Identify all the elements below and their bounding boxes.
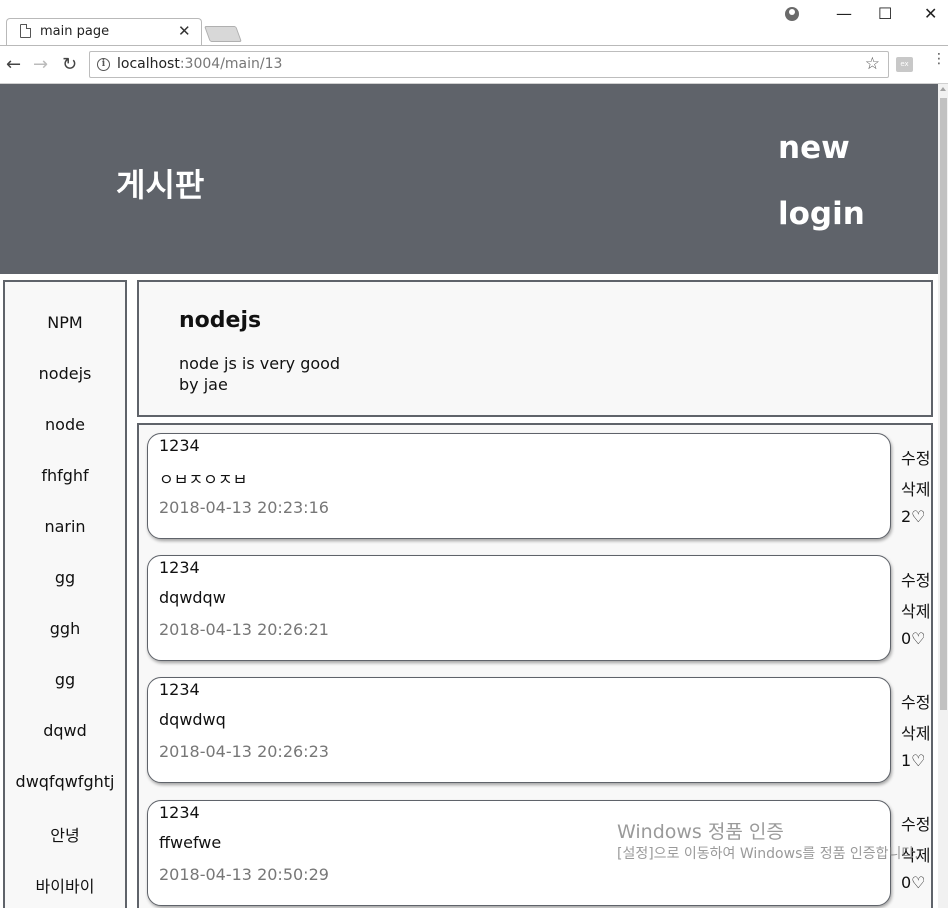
comment-list: 1234 ㅇㅂㅈㅇㅈㅂ 2018-04-13 20:23:16 수정 삭제 2♡… xyxy=(137,423,933,908)
sidebar-item[interactable]: dwqfqwfghtj xyxy=(5,772,125,791)
edit-button[interactable]: 수정 xyxy=(901,445,930,469)
post-title: nodejs xyxy=(179,308,262,333)
account-icon[interactable] xyxy=(785,7,799,21)
url-text[interactable]: localhost:3004/main/13 xyxy=(117,56,282,72)
url-host: localhost xyxy=(117,56,180,72)
scrollbar-thumb[interactable] xyxy=(940,98,947,710)
sidebar-item[interactable]: 안녕 xyxy=(5,822,125,846)
maximize-icon[interactable]: ☐ xyxy=(878,4,892,23)
comment-author: 1234 xyxy=(159,803,200,822)
delete-button[interactable]: 삭제 xyxy=(901,476,930,500)
sidebar-item[interactable]: 바이바이 xyxy=(5,873,125,897)
sidebar-item[interactable]: gg xyxy=(5,568,125,587)
edit-button[interactable]: 수정 xyxy=(901,689,930,713)
info-icon[interactable]: i xyxy=(97,58,110,71)
comment-card: 1234 dqwdqw 2018-04-13 20:26:21 xyxy=(147,555,891,661)
tab-close-icon[interactable]: ✕ xyxy=(178,22,191,40)
page-viewport: 게시판 new login NPM nodejs node fhfghf nar… xyxy=(0,84,938,908)
edit-button[interactable]: 수정 xyxy=(901,811,930,835)
activation-watermark-title: Windows 정품 인증 xyxy=(617,821,784,843)
comment-card: 1234 dqwdwq 2018-04-13 20:26:23 xyxy=(147,677,891,783)
site-title[interactable]: 게시판 xyxy=(116,160,204,206)
sidebar-item[interactable]: NPM xyxy=(5,313,125,332)
browser-menu-icon[interactable]: ⋮ xyxy=(932,52,946,66)
edit-button[interactable]: 수정 xyxy=(901,567,930,591)
sidebar-item[interactable]: narin xyxy=(5,517,125,536)
like-button[interactable]: 0♡ xyxy=(901,873,926,892)
comment-date: 2018-04-13 20:26:23 xyxy=(159,742,329,761)
reload-icon[interactable]: ↻ xyxy=(62,54,77,75)
sidebar-item[interactable]: fhfghf xyxy=(5,466,125,485)
comment-text: ㅇㅂㅈㅇㅈㅂ xyxy=(159,470,248,489)
comment-text: dqwdqw xyxy=(159,588,226,607)
url-path: :3004/main/13 xyxy=(179,56,283,72)
sidebar-item[interactable]: ggh xyxy=(5,619,125,638)
page-scrollbar[interactable] xyxy=(938,84,948,908)
comment-date: 2018-04-13 20:23:16 xyxy=(159,498,329,517)
new-tab-button[interactable] xyxy=(204,26,242,42)
sidebar-item[interactable]: node xyxy=(5,415,125,434)
sidebar-item[interactable]: dqwd xyxy=(5,721,125,740)
like-button[interactable]: 0♡ xyxy=(901,629,926,648)
like-button[interactable]: 1♡ xyxy=(901,751,926,770)
comment-card: 1234 ㅇㅂㅈㅇㅈㅂ 2018-04-13 20:23:16 xyxy=(147,433,891,539)
site-header: 게시판 new login xyxy=(0,84,938,274)
forward-icon[interactable]: → xyxy=(33,54,48,75)
close-window-icon[interactable]: ✕ xyxy=(924,4,937,23)
new-post-link[interactable]: new xyxy=(778,130,850,166)
post-detail: nodejs node js is very good by jae xyxy=(137,280,933,417)
comment-text: ffwefwe xyxy=(159,833,222,852)
comment-author: 1234 xyxy=(159,680,200,699)
browser-tabstrip: main page ✕ — ☐ ✕ xyxy=(0,0,948,46)
sidebar-item[interactable]: gg xyxy=(5,670,125,689)
comment-author: 1234 xyxy=(159,558,200,577)
login-link[interactable]: login xyxy=(778,196,865,232)
tab-title[interactable]: main page xyxy=(40,24,109,39)
post-author: by jae xyxy=(179,375,228,394)
comment-date: 2018-04-13 20:50:29 xyxy=(159,865,329,884)
bookmark-star-icon[interactable]: ☆ xyxy=(865,54,880,74)
sidebar-item[interactable]: nodejs xyxy=(5,364,125,383)
comment-date: 2018-04-13 20:26:21 xyxy=(159,620,329,639)
address-bar[interactable]: i localhost:3004/main/13 ☆ xyxy=(89,51,889,78)
post-body: node js is very good xyxy=(179,354,341,373)
post-list-sidebar: NPM nodejs node fhfghf narin gg ggh gg d… xyxy=(3,280,127,908)
extension-icon[interactable]: ex xyxy=(896,57,913,72)
document-icon xyxy=(20,24,31,38)
browser-toolbar: ← → ↻ i localhost:3004/main/13 ☆ ex ⋮ xyxy=(0,46,948,84)
delete-button[interactable]: 삭제 xyxy=(901,720,930,744)
delete-button[interactable]: 삭제 xyxy=(901,598,930,622)
scroll-up-arrow-icon[interactable] xyxy=(940,87,946,91)
comment-author: 1234 xyxy=(159,436,200,455)
activation-watermark-text: [설정]으로 이동하여 Windows를 정품 인증합니다. xyxy=(617,846,919,862)
like-button[interactable]: 2♡ xyxy=(901,507,926,526)
comment-text: dqwdwq xyxy=(159,710,226,729)
minimize-icon[interactable]: — xyxy=(836,4,852,23)
back-icon[interactable]: ← xyxy=(6,54,21,75)
